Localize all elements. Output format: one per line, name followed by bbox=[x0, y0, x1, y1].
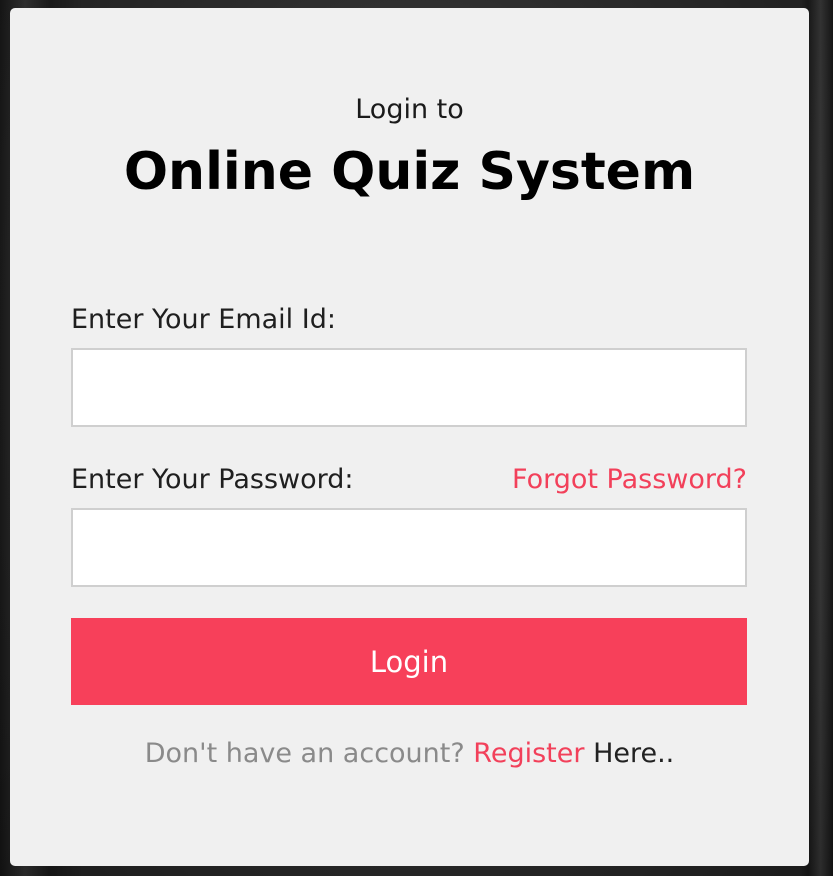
login-card: Login to Online Quiz System Enter Your E… bbox=[10, 8, 809, 866]
register-suffix-text: Here.. bbox=[593, 738, 675, 769]
password-label: Enter Your Password: bbox=[71, 464, 354, 495]
email-field[interactable] bbox=[71, 348, 747, 427]
register-link[interactable]: Register bbox=[473, 738, 584, 769]
email-label: Enter Your Email Id: bbox=[71, 304, 336, 335]
password-field[interactable] bbox=[71, 508, 747, 587]
login-subtitle: Login to bbox=[355, 94, 464, 125]
register-prompt: Don't have an account? Register Here.. bbox=[10, 738, 809, 770]
register-prefix-text: Don't have an account? bbox=[144, 738, 465, 769]
forgot-password-link[interactable]: Forgot Password? bbox=[512, 464, 747, 496]
page-title: Online Quiz System bbox=[123, 142, 696, 202]
login-button[interactable]: Login bbox=[71, 618, 747, 705]
